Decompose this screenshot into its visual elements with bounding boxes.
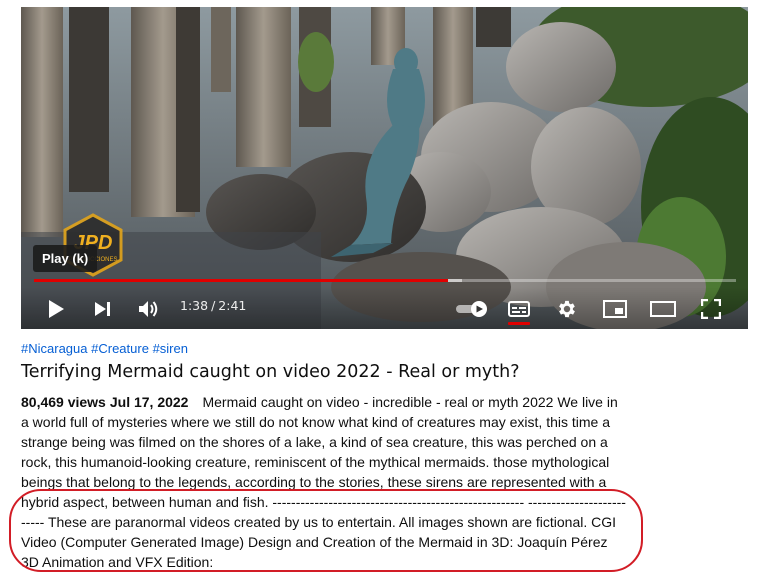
video-player[interactable]: JPD PRODUCCIONES Play (k) 1:38/2:41 bbox=[21, 7, 748, 329]
progress-played bbox=[34, 279, 449, 282]
subtitles-button[interactable] bbox=[504, 294, 534, 325]
subtitles-icon bbox=[508, 301, 530, 317]
view-count: 80,469 views bbox=[21, 394, 106, 410]
next-icon bbox=[95, 302, 110, 316]
miniplayer-icon bbox=[603, 300, 627, 318]
theater-icon bbox=[650, 301, 676, 317]
time-total: 2:41 bbox=[218, 298, 247, 313]
autoplay-toggle-icon bbox=[456, 301, 487, 317]
video-description[interactable]: 80,469 views Jul 17, 2022 Mermaid caught o… bbox=[21, 392, 627, 572]
video-title: Terrifying Mermaid caught on video 2022 … bbox=[21, 362, 520, 382]
subtitles-active-indicator bbox=[508, 322, 530, 325]
autoplay-toggle[interactable] bbox=[452, 294, 492, 324]
next-button[interactable] bbox=[88, 294, 118, 324]
time-display: 1:38/2:41 bbox=[180, 298, 246, 313]
volume-icon bbox=[139, 301, 158, 317]
play-button[interactable] bbox=[41, 294, 71, 324]
fullscreen-icon bbox=[701, 299, 721, 319]
play-icon bbox=[49, 300, 64, 318]
description-text: Mermaid caught on video - incredible - r… bbox=[21, 394, 626, 570]
hashtag-list: #Nicaragua #Creature #siren bbox=[21, 341, 188, 356]
fullscreen-button[interactable] bbox=[696, 294, 726, 324]
time-current: 1:38 bbox=[180, 298, 209, 313]
volume-button[interactable] bbox=[134, 294, 164, 324]
player-controls: 1:38/2:41 bbox=[21, 287, 748, 329]
time-separator: / bbox=[211, 298, 216, 313]
upload-date: Jul 17, 2022 bbox=[109, 394, 189, 410]
theater-mode-button[interactable] bbox=[648, 294, 678, 324]
hashtag-link[interactable]: #siren bbox=[153, 341, 188, 356]
hashtag-link[interactable]: #Creature bbox=[91, 341, 149, 356]
miniplayer-button[interactable] bbox=[600, 294, 630, 324]
progress-bar[interactable] bbox=[34, 279, 736, 282]
video-meta: 80,469 views Jul 17, 2022 bbox=[21, 394, 188, 410]
gear-icon bbox=[559, 300, 575, 318]
settings-button[interactable] bbox=[552, 294, 582, 324]
hashtag-link[interactable]: #Nicaragua bbox=[21, 341, 88, 356]
play-tooltip: Play (k) bbox=[33, 245, 98, 272]
